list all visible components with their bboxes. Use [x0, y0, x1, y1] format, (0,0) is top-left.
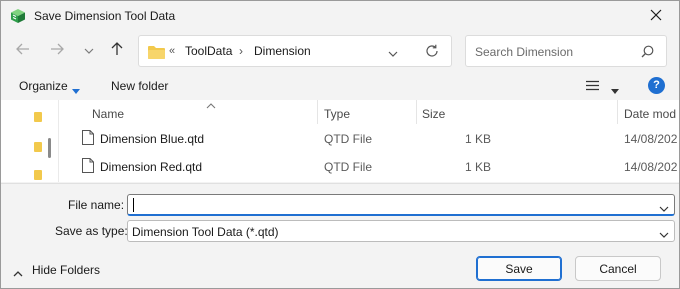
save-button[interactable]: Save — [476, 256, 562, 281]
address-overflow[interactable]: « — [169, 45, 175, 57]
file-size: 1 KB — [465, 160, 492, 174]
column-divider[interactable] — [617, 100, 618, 124]
save-as-type-select[interactable]: Dimension Tool Data (*.qtd) — [127, 220, 675, 242]
scrollbar-thumb[interactable] — [48, 138, 51, 158]
chevron-down-icon[interactable] — [659, 201, 669, 215]
file-name: Dimension Blue.qtd — [100, 132, 205, 146]
recent-locations-button[interactable] — [77, 40, 101, 60]
caret-down-icon[interactable] — [72, 83, 80, 97]
breadcrumb-tooldata[interactable]: ToolData — [185, 44, 232, 58]
file-type: QTD File — [324, 160, 372, 174]
folder-icon — [148, 45, 165, 62]
back-button[interactable] — [11, 40, 35, 60]
chevron-down-icon[interactable] — [388, 46, 398, 60]
save-form: File name: Save as type: Dimension Tool … — [1, 183, 679, 288]
file-list: Name Type Size Date mod Dimension Blue.q… — [1, 100, 679, 182]
file-icon — [82, 130, 94, 148]
caret-down-icon[interactable] — [611, 83, 619, 97]
folder-icon[interactable] — [34, 112, 42, 122]
column-divider[interactable] — [416, 100, 417, 124]
close-button[interactable] — [633, 1, 679, 31]
organize-button[interactable]: Organize — [19, 79, 68, 93]
refresh-icon[interactable] — [425, 44, 439, 61]
file-size: 1 KB — [465, 132, 492, 146]
search-input[interactable]: Search Dimension — [475, 45, 573, 59]
command-bar: Organize New folder ? — [1, 73, 679, 99]
arrow-up-icon — [111, 41, 123, 59]
hide-folders-label: Hide Folders — [32, 263, 101, 277]
save-dialog: Save Dimension Tool Data « ToolData › Di… — [0, 0, 680, 289]
help-icon[interactable]: ? — [648, 77, 665, 94]
file-name-field[interactable] — [127, 194, 675, 216]
search-icon — [641, 45, 654, 61]
cancel-button[interactable]: Cancel — [575, 256, 661, 281]
file-type: QTD File — [324, 132, 372, 146]
chevron-down-icon — [84, 43, 94, 57]
new-folder-button[interactable]: New folder — [111, 79, 168, 93]
arrow-left-icon — [16, 43, 30, 58]
navigation-bar: « ToolData › Dimension Search Dimension — [1, 32, 679, 70]
chevron-down-icon[interactable] — [659, 227, 669, 241]
breadcrumb-separator: › — [239, 44, 243, 58]
save-as-type-value: Dimension Tool Data (*.qtd) — [132, 225, 279, 239]
save-as-type-label: Save as type: — [55, 224, 128, 238]
file-icon — [82, 158, 94, 176]
column-header-type[interactable]: Type — [324, 107, 350, 121]
column-header-size[interactable]: Size — [422, 107, 445, 121]
folder-icon[interactable] — [34, 142, 42, 152]
forward-button[interactable] — [45, 40, 69, 60]
file-name: Dimension Red.qtd — [100, 160, 203, 174]
navigation-pane — [1, 100, 59, 182]
folder-icon[interactable] — [34, 170, 42, 180]
breadcrumb-dimension[interactable]: Dimension — [254, 44, 311, 58]
up-button[interactable] — [105, 40, 129, 60]
address-bar[interactable]: « ToolData › Dimension — [138, 35, 452, 67]
file-date: 14/08/202 — [624, 160, 678, 174]
sort-ascending-icon — [206, 100, 216, 112]
app-cube-icon — [10, 8, 26, 24]
close-icon — [650, 9, 662, 24]
column-header-name[interactable]: Name — [92, 107, 124, 121]
file-name-label: File name: — [68, 198, 125, 212]
list-item[interactable]: Dimension Blue.qtd QTD File 1 KB 14/08/2… — [61, 126, 679, 152]
list-view-icon[interactable] — [586, 80, 599, 94]
arrow-right-icon — [50, 43, 64, 58]
column-divider[interactable] — [317, 100, 318, 124]
chevron-up-icon — [13, 266, 23, 280]
list-item[interactable]: Dimension Red.qtd QTD File 1 KB 14/08/20… — [61, 154, 679, 180]
text-caret — [133, 198, 134, 212]
title-bar: Save Dimension Tool Data — [1, 1, 679, 31]
file-date: 14/08/202 — [624, 132, 678, 146]
window-title: Save Dimension Tool Data — [34, 9, 176, 23]
column-header-date[interactable]: Date mod — [624, 107, 676, 121]
search-box[interactable]: Search Dimension — [465, 35, 667, 67]
